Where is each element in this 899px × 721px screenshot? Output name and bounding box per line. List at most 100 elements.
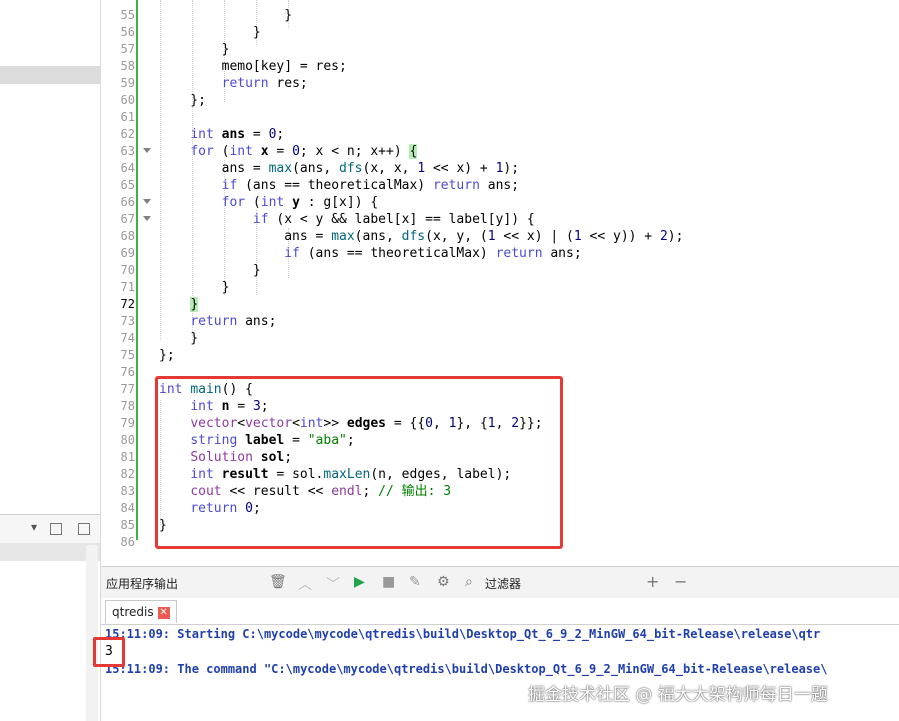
line-number: 75 — [120, 348, 135, 362]
code-text: } — [159, 263, 261, 278]
add-split-icon[interactable] — [50, 523, 62, 535]
line-number: 65 — [120, 178, 135, 192]
sidebar-selected-row[interactable] — [0, 543, 100, 561]
line-number: 74 — [120, 331, 135, 345]
line-number: 80 — [120, 433, 135, 447]
line-number: 67 — [120, 212, 135, 226]
code-line[interactable]: 59 return res; — [101, 75, 899, 92]
gear-icon[interactable]: ⚙ — [437, 574, 450, 590]
line-number: 60 — [120, 93, 135, 107]
search-icon[interactable]: ⌕ — [465, 574, 473, 590]
code-text: for (int y : g[x]) { — [221, 195, 379, 210]
code-line[interactable]: 55 } — [101, 7, 899, 24]
code-text: } — [159, 280, 230, 295]
code-text: int ans = 0; — [190, 127, 285, 142]
tab-qtredis[interactable]: qtredis ✕ — [105, 600, 177, 623]
trash-icon[interactable]: 🗑 — [269, 574, 287, 590]
code-line[interactable]: 74 } — [101, 330, 899, 347]
code-line[interactable]: 61 — [101, 109, 899, 126]
sidebar-scrollbar[interactable] — [86, 545, 98, 721]
code-text: }; — [159, 348, 175, 363]
watermark: 掘金技术社区 @ 福大大架构师每日一题 — [528, 685, 828, 705]
line-number: 71 — [120, 280, 135, 294]
code-line[interactable]: 75}; — [101, 347, 899, 364]
fold-arrow-icon[interactable] — [143, 199, 151, 204]
code-line[interactable]: 66 for (int y : g[x]) { — [101, 194, 899, 211]
line-number: 72 — [120, 297, 135, 311]
line-number: 57 — [120, 42, 135, 56]
close-icon[interactable]: ✕ — [157, 606, 170, 619]
run-icon[interactable]: ▶ — [354, 574, 365, 590]
stop-icon[interactable]: ■ — [382, 574, 395, 590]
chevron-up-icon[interactable]: ︿ — [298, 574, 312, 594]
code-text: if (ans == theoreticalMax) return ans; — [221, 178, 520, 193]
zoom-in-icon[interactable]: + — [646, 572, 659, 591]
code-text: } — [159, 42, 230, 57]
code-text: for (int x = 0; x < n; x++) { — [190, 144, 418, 159]
code-line[interactable]: 60 }; — [101, 92, 899, 109]
sidebar-selected-item[interactable] — [0, 66, 100, 84]
highlight-box-main — [155, 376, 563, 549]
line-number: 84 — [120, 501, 135, 515]
collapse-icon[interactable] — [78, 523, 90, 535]
line-number: 70 — [120, 263, 135, 277]
code-line[interactable]: 70 } — [101, 262, 899, 279]
project-sidebar: ▾ — [0, 0, 101, 721]
clean-icon[interactable]: ✎ — [409, 574, 421, 590]
code-line[interactable]: 68 ans = max(ans, dfs(x, y, (1 << x) | (… — [101, 228, 899, 245]
fold-arrow-icon[interactable] — [143, 148, 151, 153]
line-number: 56 — [120, 25, 135, 39]
highlight-box-output — [93, 637, 125, 667]
line-number: 55 — [120, 8, 135, 22]
line-number: 63 — [120, 144, 135, 158]
sidebar-toolbar: ▾ — [0, 514, 100, 544]
output-tabs: qtredis ✕ — [101, 598, 899, 625]
line-number: 61 — [120, 110, 135, 124]
code-text: ans = max(ans, dfs(x, x, 1 << x) + 1); — [159, 161, 520, 176]
line-number: 68 — [120, 229, 135, 243]
code-text: } — [159, 331, 199, 346]
code-text: } — [190, 297, 199, 312]
code-text: return res; — [221, 76, 308, 91]
code-text: memo[key] = res; — [159, 59, 347, 74]
line-number: 66 — [120, 195, 135, 209]
zoom-out-icon[interactable]: − — [674, 572, 687, 591]
chevron-down-icon[interactable]: ﹀ — [326, 574, 340, 594]
chevron-down-icon[interactable]: ▾ — [31, 520, 37, 534]
code-line[interactable]: 58 memo[key] = res; — [101, 58, 899, 75]
code-line[interactable]: 73 return ans; — [101, 313, 899, 330]
line-number: 73 — [120, 314, 135, 328]
line-number: 64 — [120, 161, 135, 175]
line-number: 85 — [120, 518, 135, 532]
line-number: 83 — [120, 484, 135, 498]
line-number: 86 — [120, 535, 135, 549]
code-line[interactable]: 65 if (ans == theoreticalMax) return ans… — [101, 177, 899, 194]
line-number: 69 — [120, 246, 135, 260]
code-line[interactable]: 63 for (int x = 0; x < n; x++) { — [101, 143, 899, 160]
code-text: } — [159, 8, 293, 23]
code-text: return ans; — [190, 314, 277, 329]
code-line[interactable]: 72 } — [101, 296, 899, 313]
line-number: 81 — [120, 450, 135, 464]
code-line[interactable]: 67 if (x < y && label[x] == label[y]) { — [101, 211, 899, 228]
code-line[interactable]: 64 ans = max(ans, dfs(x, x, 1 << x) + 1)… — [101, 160, 899, 177]
code-line[interactable]: 57 } — [101, 41, 899, 58]
output-line: 15:11:09: Starting C:\mycode\mycode\qtre… — [105, 627, 821, 641]
code-line[interactable]: 56 } — [101, 24, 899, 41]
line-number: 59 — [120, 76, 135, 90]
line-number: 77 — [120, 382, 135, 396]
output-title: 应用程序输出 — [106, 577, 179, 591]
output-line: 15:11:09: The command "C:\mycode\mycode\… — [105, 662, 828, 676]
line-number: 79 — [120, 416, 135, 430]
code-line[interactable]: 69 if (ans == theoreticalMax) return ans… — [101, 245, 899, 262]
code-text: }; — [159, 93, 206, 108]
code-text: ans = max(ans, dfs(x, y, (1 << x) | (1 <… — [159, 229, 684, 244]
fold-arrow-icon[interactable] — [143, 216, 151, 221]
line-number: 76 — [120, 365, 135, 379]
code-text: if (ans == theoreticalMax) return ans; — [284, 246, 582, 261]
line-number: 82 — [120, 467, 135, 481]
line-number: 58 — [120, 59, 135, 73]
filter-input[interactable]: 过滤器 — [485, 575, 521, 592]
code-line[interactable]: 71 } — [101, 279, 899, 296]
code-line[interactable]: 62 int ans = 0; — [101, 126, 899, 143]
